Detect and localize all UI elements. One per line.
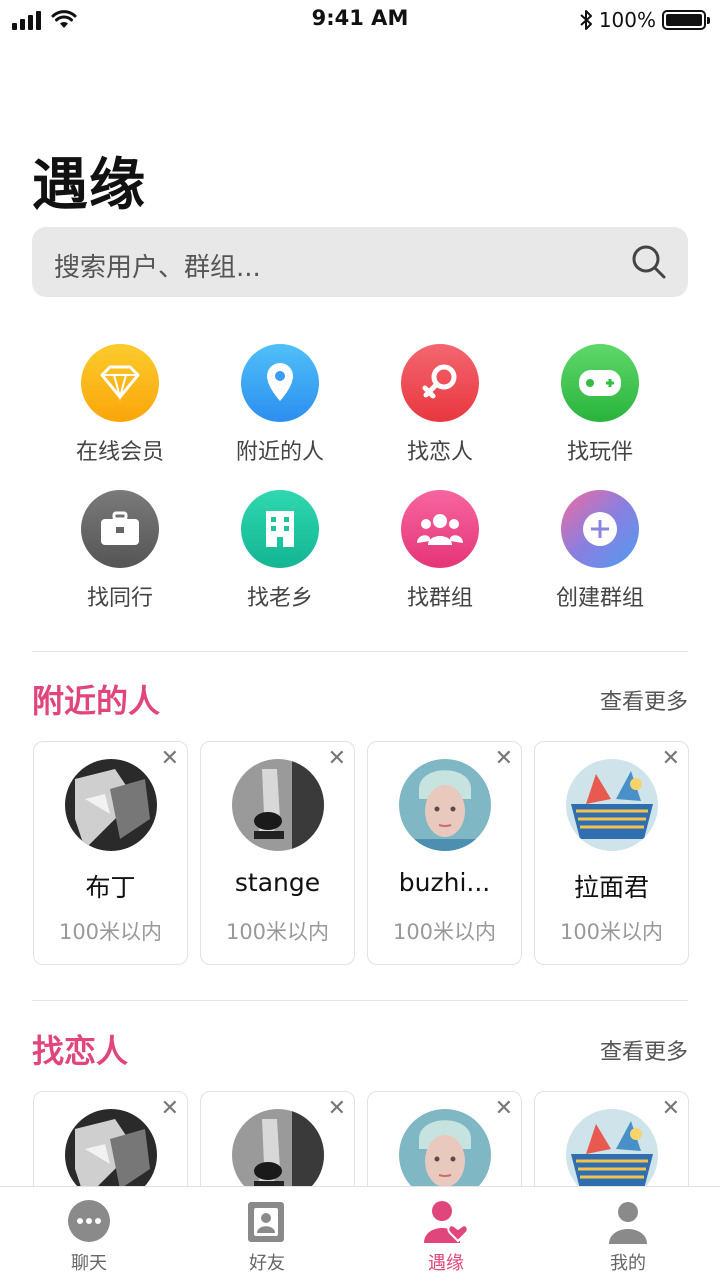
category-label: 附近的人 — [235, 440, 324, 465]
category-find-lover[interactable]: 找恋人 — [360, 344, 520, 466]
section-title-nearby: 附近的人 — [32, 682, 161, 720]
category-find-townsman[interactable]: 找老乡 — [200, 490, 360, 612]
profile-icon — [604, 1199, 652, 1245]
card-distance: 100米以内 — [559, 920, 664, 944]
avatar — [232, 759, 324, 851]
tab-chat[interactable]: 聊天 — [29, 1199, 149, 1275]
close-icon[interactable]: ✕ — [662, 1098, 680, 1120]
user-card[interactable]: ✕ 拉面君 100米以内 — [534, 741, 689, 965]
category-label: 找玩伴 — [566, 440, 633, 465]
close-icon[interactable]: ✕ — [161, 1098, 179, 1120]
tab-match[interactable]: 遇缘 — [386, 1199, 506, 1275]
category-online-member[interactable]: 在线会员 — [40, 344, 200, 466]
tab-profile[interactable]: 我的 — [568, 1199, 688, 1275]
user-card[interactable]: ✕ 布丁 100米以内 — [33, 741, 188, 965]
tab-friends[interactable]: 好友 — [207, 1199, 327, 1275]
close-icon[interactable]: ✕ — [495, 1098, 513, 1120]
card-name: 拉面君 — [573, 873, 649, 902]
category-label: 找恋人 — [406, 440, 473, 465]
close-icon[interactable]: ✕ — [495, 748, 513, 770]
see-more-lover-link[interactable]: 查看更多 — [600, 1034, 688, 1066]
category-find-playmate[interactable]: 找玩伴 — [520, 344, 680, 466]
user-card[interactable]: ✕ buzhi... 100米以内 — [367, 741, 522, 965]
group-icon — [401, 490, 479, 568]
page-title: 遇缘 — [32, 153, 146, 218]
card-name: buzhi... — [398, 868, 491, 897]
building-icon — [241, 490, 319, 568]
card-distance: 100米以内 — [58, 920, 163, 944]
diamond-icon — [81, 344, 159, 422]
category-nearby[interactable]: 附近的人 — [200, 344, 360, 466]
search-input[interactable]: 搜索用户、群组... — [32, 227, 688, 297]
contacts-icon — [243, 1199, 291, 1245]
category-label: 在线会员 — [75, 440, 164, 465]
close-icon[interactable]: ✕ — [328, 1098, 346, 1120]
category-find-group[interactable]: 找群组 — [360, 490, 520, 612]
avatar — [65, 759, 157, 851]
bluetooth-icon — [580, 10, 592, 30]
card-name: 布丁 — [85, 873, 136, 902]
plus-icon — [561, 490, 639, 568]
gamepad-icon — [561, 344, 639, 422]
section-title-lover: 找恋人 — [32, 1032, 129, 1070]
tab-label: 遇缘 — [428, 1253, 464, 1274]
avatar — [566, 759, 658, 851]
divider — [32, 651, 688, 652]
card-name: stange — [234, 868, 321, 897]
category-label: 找老乡 — [246, 586, 313, 611]
tab-label: 聊天 — [71, 1253, 107, 1274]
avatar — [399, 759, 491, 851]
location-pin-icon — [241, 344, 319, 422]
tab-bar: 聊天 好友 遇缘 我的 — [0, 1186, 720, 1281]
category-label: 找同行 — [86, 586, 153, 611]
briefcase-icon — [81, 490, 159, 568]
chat-icon — [65, 1199, 113, 1245]
status-bar: 9:41 AM 100% — [0, 0, 720, 40]
female-symbol-icon — [401, 344, 479, 422]
tab-label: 好友 — [249, 1253, 285, 1274]
category-label: 找群组 — [406, 586, 473, 611]
user-card[interactable]: ✕ stange 100米以内 — [200, 741, 355, 965]
card-distance: 100米以内 — [392, 920, 497, 944]
see-more-nearby-link[interactable]: 查看更多 — [600, 684, 688, 716]
search-icon[interactable] — [630, 243, 668, 281]
battery-percent: 100% — [598, 8, 656, 32]
status-right: 100% — [579, 8, 710, 32]
close-icon[interactable]: ✕ — [662, 748, 680, 770]
match-heart-icon — [422, 1199, 470, 1245]
close-icon[interactable]: ✕ — [161, 748, 179, 770]
category-create-group[interactable]: 创建群组 — [520, 490, 680, 612]
category-find-peer[interactable]: 找同行 — [40, 490, 200, 612]
card-distance: 100米以内 — [225, 920, 330, 944]
tab-label: 我的 — [610, 1253, 646, 1274]
close-icon[interactable]: ✕ — [328, 748, 346, 770]
divider — [32, 1000, 688, 1001]
battery-icon — [662, 10, 710, 30]
category-label: 创建群组 — [555, 586, 644, 611]
search-placeholder: 搜索用户、群组... — [54, 253, 261, 283]
